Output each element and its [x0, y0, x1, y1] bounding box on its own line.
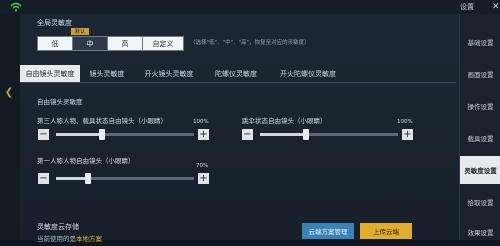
slider-label-parachute: 跳伞状态自由镜头（小眼睛）	[242, 117, 327, 125]
sidebar-item-pickup[interactable]: 拾取设置	[460, 188, 500, 216]
sidebar-item-basic[interactable]: 基础设置	[460, 28, 500, 56]
global-sensitivity-selector: 低 中 高 自定义 默认	[37, 28, 184, 51]
close-icon[interactable]: ✕	[492, 0, 500, 14]
slider-fill	[56, 177, 88, 180]
settings-header: 设置 ✕	[456, 0, 500, 14]
option-medium[interactable]: 中	[72, 36, 108, 51]
sidebar-item-effects[interactable]: 效果设置	[460, 218, 500, 246]
global-sensitivity-label: 全局灵敏度	[37, 19, 72, 27]
current-scheme-prefix: 当前使用的是	[37, 235, 76, 243]
minus-button-parachute[interactable]: −	[242, 129, 253, 140]
default-badge: 默认	[71, 28, 89, 35]
slider-fill	[56, 133, 102, 136]
wifi-icon	[10, 2, 22, 12]
settings-title: 设置	[460, 3, 474, 11]
cloud-manage-button[interactable]: 云端方案管理	[302, 223, 354, 239]
left-edge-panel: ❮	[0, 14, 20, 240]
tab-fire-gyroscope[interactable]: 开火陀螺仪灵敏度	[268, 65, 348, 82]
option-low[interactable]: 低	[37, 36, 73, 51]
sidebar-item-vehicle[interactable]: 载具设置	[460, 124, 500, 152]
tab-free-camera[interactable]: 自由镜头灵敏度	[20, 65, 80, 82]
slider-handle[interactable]	[85, 173, 91, 184]
plus-button-parachute[interactable]: +	[402, 129, 413, 140]
slider-track-third-person[interactable]	[56, 129, 194, 140]
slider-value-parachute: 100%	[397, 119, 413, 125]
slider-label-third-person: 第三人称人物、载具状态自由镜头（小眼睛）	[37, 117, 167, 125]
tab-camera[interactable]: 镜头灵敏度	[80, 65, 134, 82]
section-title: 自由镜头灵敏度	[37, 98, 83, 106]
slider-handle[interactable]	[99, 129, 105, 140]
slider-track-first-person[interactable]	[56, 173, 194, 184]
slider-value-third-person: 100%	[193, 119, 209, 125]
settings-panel: 全局灵敏度 低 中 高 自定义 默认 （选择"低"、"中"、"高"，恢复至对应的…	[20, 14, 456, 243]
slider-fill	[260, 133, 306, 136]
current-scheme: 当前使用的是本地方案	[37, 233, 102, 243]
sidebar-item-controls[interactable]: 操作设置	[460, 92, 500, 120]
current-scheme-value: 本地方案	[76, 235, 102, 243]
plus-button-first-person[interactable]: +	[198, 173, 209, 184]
tab-fire-camera[interactable]: 开火镜头灵敏度	[134, 65, 204, 82]
chevron-left-icon[interactable]: ❮	[2, 74, 16, 110]
sensitivity-settings-screen: 设置 ✕ ❮ 全局灵敏度 低 中 高 自定义 默认 （选择"低"、"中"、"高"…	[0, 0, 500, 243]
option-custom[interactable]: 自定义	[142, 36, 184, 51]
option-high[interactable]: 高	[107, 36, 143, 51]
plus-button-third-person[interactable]: +	[198, 129, 209, 140]
global-sensitivity-hint: （选择"低"、"中"、"高"，恢复至对应的灵敏度）	[190, 40, 310, 46]
sidebar-item-graphics[interactable]: 画面设置	[460, 60, 500, 88]
slider-value-first-person: 70%	[196, 163, 209, 169]
tab-gyroscope[interactable]: 陀螺仪灵敏度	[204, 65, 268, 82]
status-bar: 设置 ✕	[0, 0, 500, 14]
upload-cloud-button[interactable]: 上传云端	[360, 223, 412, 239]
settings-sidebar: 基础设置 画面设置 操作设置 载具设置 灵敏度设置 拾取设置 效果设置	[459, 14, 500, 240]
slider-label-first-person: 第一人称人物自由镜头（小眼睛）	[37, 157, 135, 165]
sensitivity-tabs: 自由镜头灵敏度 镜头灵敏度 开火镜头灵敏度 陀螺仪灵敏度 开火陀螺仪灵敏度	[20, 65, 456, 83]
cloud-storage-title: 灵敏度云存储	[37, 223, 79, 231]
slider-handle[interactable]	[303, 129, 309, 140]
slider-track-parachute[interactable]	[260, 129, 398, 140]
minus-button-third-person[interactable]: −	[38, 129, 49, 140]
sidebar-item-sensitivity[interactable]: 灵敏度设置	[460, 156, 500, 184]
minus-button-first-person[interactable]: −	[38, 173, 49, 184]
